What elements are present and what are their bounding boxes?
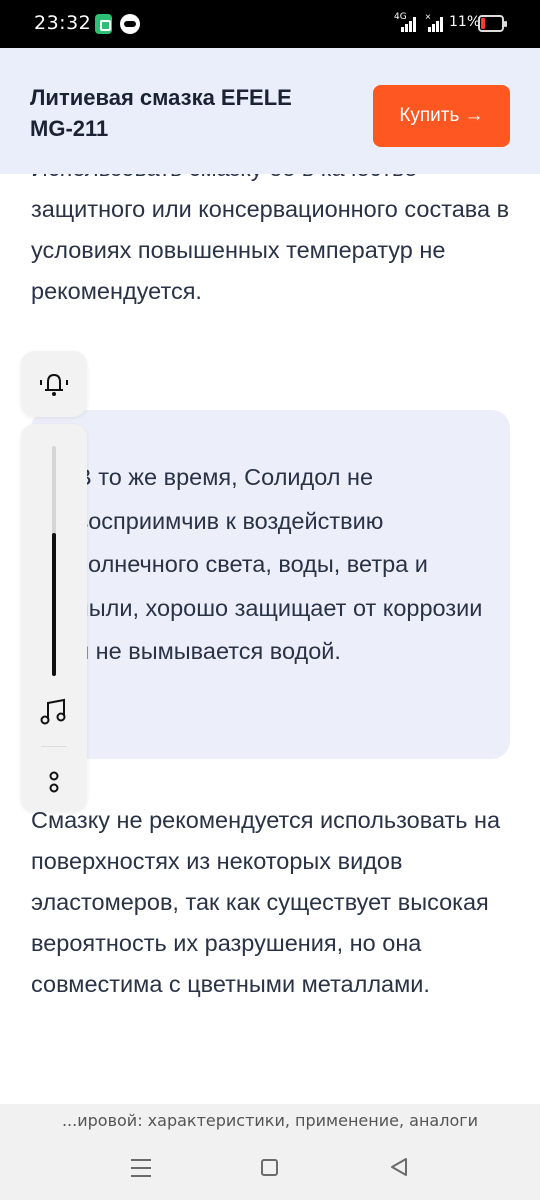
ringer-mode-button[interactable] [21, 351, 87, 417]
quote-block: В то же время, Солидол не восприимчив к … [31, 410, 510, 759]
no-signal-icon: × [425, 12, 431, 23]
page-url-title: ...ировой: характеристики, применение, а… [61, 1111, 479, 1130]
status-bar: 23:32 4G × 11% [0, 0, 540, 48]
buy-button[interactable]: Купить → [373, 85, 510, 147]
volume-panel [21, 424, 87, 812]
battery-low-icon [478, 15, 507, 32]
product-title: Литиевая смазка EFELE MG-211 [30, 85, 292, 141]
status-time: 23:32 [34, 12, 92, 34]
volume-level [52, 533, 56, 676]
back-icon[interactable] [389, 1157, 409, 1177]
battery-percent: 11% [449, 14, 481, 30]
home-icon[interactable] [261, 1159, 278, 1176]
music-note-icon [40, 698, 66, 725]
network-type: 4G [394, 12, 407, 22]
menu-icon[interactable] [131, 1159, 151, 1177]
article-paragraph: Использовать смазку ее в качестве защитн… [31, 174, 510, 304]
app-icon [95, 14, 112, 34]
quote-text: В то же время, Солидол не восприимчив к … [76, 464, 483, 664]
article-paragraph: Смазку не рекомендуется использовать на … [31, 807, 501, 997]
product-header: Литиевая смазка EFELE MG-211 Купить → [0, 48, 540, 174]
url-bar[interactable]: ...ировой: характеристики, применение, а… [0, 1104, 540, 1138]
more-dots-icon[interactable] [48, 769, 60, 795]
record-icon [120, 14, 140, 34]
navigation-bar [0, 1138, 540, 1200]
divider [41, 746, 67, 747]
volume-slider[interactable] [52, 446, 56, 676]
bell-icon [40, 373, 68, 396]
